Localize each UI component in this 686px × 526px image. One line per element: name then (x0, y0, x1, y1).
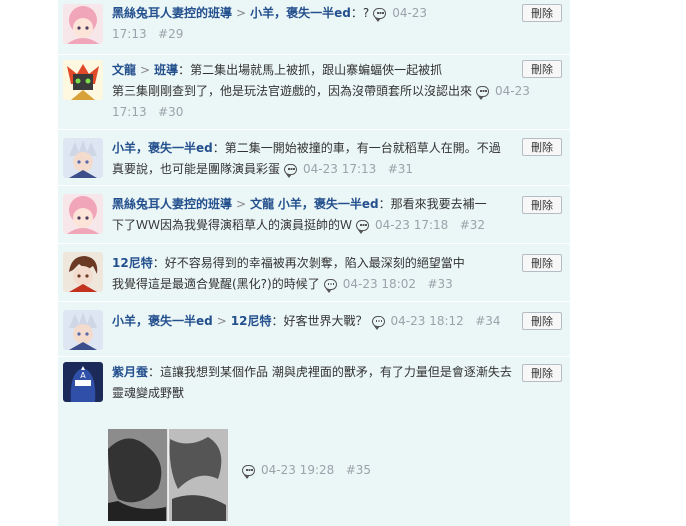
comment-34: 小羊，褒失一半ed >12尼特：好客世界大戰？ 04-23 18:12 #34 刪除 (58, 302, 570, 357)
reply-to-link[interactable]: 小羊，褒失一半ed (278, 197, 379, 211)
avatar[interactable] (63, 310, 103, 350)
delete-button[interactable]: 刪除 (522, 364, 562, 382)
comment-text-continued: 我覺得這是最適合覺醒(黑化?)的時候了 (112, 277, 320, 291)
author-link[interactable]: 12尼特 (112, 256, 153, 270)
comment-list: 黑絲兔耳人妻控的班導 > 小羊，褒失一半ed：? 04-23 17:13 #29 刪除… (58, 0, 570, 526)
comment-32: 黑絲兔耳人妻控的班導 > 文龍 小羊，褒失一半ed：那看來我要去補一 下了ＷＷ因為我… (58, 186, 570, 244)
floor-number[interactable]: #35 (346, 463, 371, 477)
comment-text-continued: 下了ＷＷ因為我覺得演稻草人的演員挺帥的Ｗ (112, 218, 353, 232)
reply-to-link[interactable]: 文龍 (250, 197, 274, 211)
author-link[interactable]: 小羊，褒失一半ed (112, 314, 213, 328)
floor-number[interactable]: #32 (460, 218, 485, 232)
comment-text: ：那看來我要去補一 (378, 197, 487, 211)
avatar[interactable] (63, 138, 103, 178)
reply-to-link[interactable]: 12尼特 (231, 314, 272, 328)
floor-number[interactable]: #33 (427, 277, 452, 291)
reply-bubble-icon[interactable] (373, 8, 387, 22)
comment-text-continued: 靈魂變成野獸 (112, 386, 185, 400)
comment-date: 04-23 (495, 84, 530, 98)
delete-button[interactable]: 刪除 (522, 60, 562, 78)
floor-number[interactable]: #34 (475, 314, 500, 328)
floor-number[interactable]: #30 (158, 105, 183, 119)
comment-text-continued: 真要說，也可能是團隊演員彩蛋 (112, 162, 281, 176)
comment-time: 17:13 (112, 105, 147, 119)
reply-bubble-icon[interactable] (476, 86, 490, 100)
reply-arrow: > (236, 6, 247, 20)
comment-text: ：第二集出場就馬上被抓，跟山寨蝙蝠俠一起被抓 (178, 63, 443, 77)
author-link[interactable]: 黑絲兔耳人妻控的班導 (112, 6, 232, 20)
comment-text: ：好不容易得到的幸福被再次剝奪，陷入最深刻的絕望當中 (152, 256, 465, 270)
svg-text:A: A (80, 371, 86, 380)
delete-button[interactable]: 刪除 (522, 254, 562, 272)
comment-31: 小羊，褒失一半ed：第二集一開始被撞的車，有一台就稻草人在開。不過 真要說，也可… (58, 130, 570, 186)
reply-bubble-icon[interactable] (284, 164, 298, 178)
comment-body: 12尼特：好不容易得到的幸福被再次剝奪，陷入最深刻的絕望當中 我覺得這是最適合覺… (112, 253, 562, 295)
reply-to-link[interactable]: 小羊，褒失一半ed (250, 6, 351, 20)
comment-time: 17:13 (112, 27, 147, 41)
reply-bubble-icon[interactable] (242, 465, 255, 479)
delete-button[interactable]: 刪除 (522, 312, 562, 330)
floor-number[interactable]: #31 (388, 162, 413, 176)
comment-datetime: 04-23 18:02 (342, 277, 416, 291)
comment-date: 04-23 (392, 6, 428, 20)
comment-35: A 紫月蚕：這讓我想到某個作品 潮與虎裡面的獸矛，有了力量但是會逐漸失去 靈魂變… (58, 357, 570, 526)
comment-body: 黑絲兔耳人妻控的班導 > 小羊，褒失一半ed：? 04-23 17:13 #29 (112, 3, 562, 45)
author-link[interactable]: 文龍 (112, 63, 136, 77)
comment-body: 小羊，褒失一半ed >12尼特：好客世界大戰？ 04-23 18:12 #34 (112, 311, 562, 332)
comment-body: 紫月蚕：這讓我想到某個作品 潮與虎裡面的獸矛，有了力量但是會逐漸失去 靈魂變成野… (112, 362, 562, 404)
comment-text: ：第二集一開始被撞的車，有一台就稻草人在開。不過 (212, 141, 501, 155)
comment-33: 12尼特：好不容易得到的幸福被再次剝奪，陷入最深刻的絕望當中 我覺得這是最適合覺… (58, 244, 570, 302)
avatar[interactable] (63, 60, 103, 100)
comment-text: ：好客世界大戰？ (271, 314, 368, 328)
comment-datetime: 04-23 19:28 (261, 463, 335, 477)
comment-datetime: 04-23 17:18 (375, 218, 449, 232)
reply-arrow: > (236, 197, 247, 211)
comment-meta-row: 04-23 19:28 #35 (238, 460, 562, 481)
delete-button[interactable]: 刪除 (522, 196, 562, 214)
comment-body: 文龍 > 班導：第二集出場就馬上被抓，跟山寨蝙蝠俠一起被抓 第三集剛剛查到了，他是玩… (112, 60, 562, 123)
attached-image[interactable] (108, 429, 228, 521)
comment-text-continued: 第三集剛剛查到了，他是玩法官遊戲的，因為沒帶頭套所以沒認出來 (112, 84, 473, 98)
reply-bubble-icon[interactable] (371, 316, 385, 330)
avatar[interactable] (63, 4, 103, 44)
author-link[interactable]: 黑絲兔耳人妻控的班導 (112, 197, 232, 211)
avatar[interactable] (63, 252, 103, 292)
delete-button[interactable]: 刪除 (522, 4, 562, 22)
comment-datetime: 04-23 18:12 (390, 314, 464, 328)
comment-text: ：? (350, 6, 370, 20)
comment-datetime: 04-23 17:13 (303, 162, 377, 176)
author-link[interactable]: 小羊，褒失一半ed (112, 141, 213, 155)
avatar[interactable] (63, 194, 103, 234)
comment-29: 黑絲兔耳人妻控的班導 > 小羊，褒失一半ed：? 04-23 17:13 #29 刪除 (58, 0, 570, 55)
comment-body: 小羊，褒失一半ed：第二集一開始被撞的車，有一台就稻草人在開。不過 真要說，也可… (112, 138, 562, 180)
comment-body: 黑絲兔耳人妻控的班導 > 文龍 小羊，褒失一半ed：那看來我要去補一 下了ＷＷ因為我… (112, 194, 562, 236)
reply-arrow: > (140, 63, 151, 77)
reply-bubble-icon[interactable] (356, 220, 370, 234)
comment-30: 文龍 > 班導：第二集出場就馬上被抓，跟山寨蝙蝠俠一起被抓 第三集剛剛查到了，他是玩… (58, 55, 570, 130)
comment-text: ：這讓我想到某個作品 潮與虎裡面的獸矛，有了力量但是會逐漸失去 (148, 365, 512, 379)
avatar[interactable]: A (63, 362, 103, 402)
reply-to-link[interactable]: 班導 (154, 63, 178, 77)
reply-arrow: > (216, 314, 227, 328)
delete-button[interactable]: 刪除 (522, 138, 562, 156)
floor-number[interactable]: #29 (158, 27, 183, 41)
author-link[interactable]: 紫月蚕 (112, 365, 148, 379)
reply-bubble-icon[interactable] (323, 279, 337, 293)
